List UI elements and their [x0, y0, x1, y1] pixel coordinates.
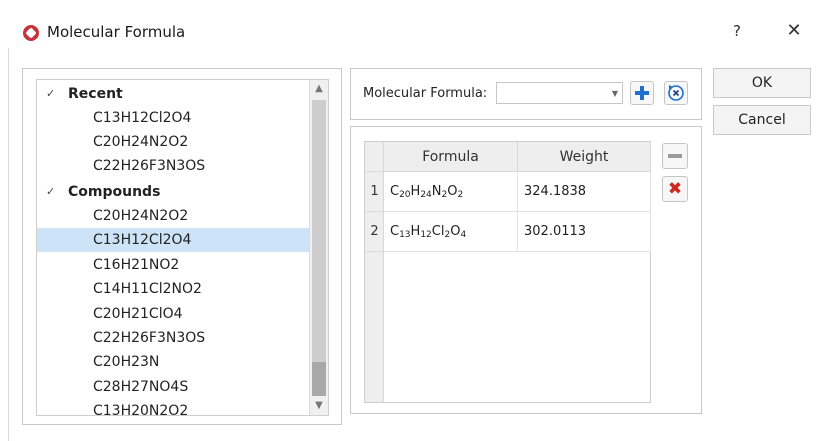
table-corner [365, 142, 384, 172]
molecular-formula-combobox[interactable]: ▼ [496, 82, 623, 104]
tree-panel: ✓ Recent C13H12Cl2O4 C20H24N2O2 C22H26F3… [22, 68, 342, 425]
tree-item-label: C13H20N2O2 [93, 403, 189, 416]
close-button[interactable]: ✕ [782, 19, 806, 43]
molecular-formula-label: Molecular Formula: [363, 86, 488, 101]
tree-item-label: C20H21ClO4 [93, 306, 183, 322]
tree-item-label: C22H26F3N3OS [93, 330, 206, 346]
tree-item[interactable]: C22H26F3N3OS [37, 326, 311, 350]
minus-icon [668, 154, 682, 158]
help-button[interactable]: ? [727, 20, 747, 42]
scroll-up-arrow-icon[interactable]: ▲ [310, 80, 328, 98]
remove-row-button[interactable] [662, 143, 688, 169]
tree-item-label: C16H21NO2 [93, 257, 180, 273]
delete-all-button[interactable]: ✖ [662, 176, 688, 202]
weight-cell[interactable]: 324.1838 [518, 172, 651, 212]
tree-item[interactable]: C13H20N2O2 [37, 399, 311, 416]
rotate-clear-icon [668, 85, 684, 101]
scroll-down-arrow-icon[interactable]: ▼ [310, 397, 328, 415]
column-header-weight[interactable]: Weight [518, 142, 651, 172]
chevron-down-icon[interactable]: ▼ [612, 85, 618, 103]
tree-item[interactable]: C20H24N2O2 [37, 204, 311, 228]
tree-item[interactable]: C13H12Cl2O4 [37, 106, 311, 130]
window-title: Molecular Formula [47, 23, 186, 41]
add-formula-button[interactable] [630, 81, 654, 105]
formula-tree[interactable]: ✓ Recent C13H12Cl2O4 C20H24N2O2 C22H26F3… [36, 79, 329, 416]
results-panel: Formula Weight 1 2 C20H24N2O2 324.1838 C… [350, 126, 702, 414]
tree-item[interactable]: C20H24N2O2 [37, 130, 311, 154]
weight-cell[interactable]: 302.0113 [518, 212, 651, 252]
tree-section-recent[interactable]: ✓ Recent [37, 82, 311, 106]
title-bar: Molecular Formula ? ✕ [0, 0, 820, 43]
tree-section-label: Compounds [68, 184, 161, 200]
tree-item[interactable]: C28H27NO4S [37, 375, 311, 399]
results-table[interactable]: Formula Weight 1 2 C20H24N2O2 324.1838 C… [364, 141, 651, 403]
row-number[interactable]: 1 [365, 172, 384, 212]
tree-section-compounds[interactable]: ✓ Compounds [37, 180, 311, 204]
tree-item-selected[interactable]: C13H12Cl2O4 [37, 228, 311, 252]
plus-icon-vertical [640, 86, 644, 100]
formula-cell[interactable]: C20H24N2O2 [384, 172, 518, 212]
tree-item-label: C13H12Cl2O4 [93, 232, 192, 248]
tree-item-label: C20H23N [93, 354, 160, 370]
ok-button[interactable]: OK [713, 68, 811, 98]
row-number[interactable]: 2 [365, 212, 384, 252]
tree-section-label: Recent [68, 86, 123, 102]
tree-item-label: C22H26F3N3OS [93, 158, 206, 174]
clear-formula-button[interactable] [664, 81, 688, 105]
scrollbar-thumb[interactable] [312, 362, 326, 396]
formula-input-group: Molecular Formula: ▼ [350, 68, 702, 120]
tree-item-label: C20H24N2O2 [93, 134, 189, 150]
chevron-down-icon[interactable]: ✓ [46, 82, 58, 106]
cancel-button[interactable]: Cancel [713, 105, 811, 135]
scrollbar-track-fill [312, 100, 326, 395]
tree-item-label: C14H11Cl2NO2 [93, 281, 202, 297]
chevron-down-icon[interactable]: ✓ [46, 180, 58, 204]
delete-x-icon: ✖ [667, 179, 683, 199]
tree-item-label: C20H24N2O2 [93, 208, 189, 224]
tree-item[interactable]: C22H26F3N3OS [37, 154, 311, 178]
tree-item-label: C13H12Cl2O4 [93, 110, 192, 126]
tree-item[interactable]: C16H21NO2 [37, 253, 311, 277]
row-header-column: 1 2 [365, 172, 384, 402]
tree-item[interactable]: C20H21ClO4 [37, 302, 311, 326]
formula-cell[interactable]: C13H12Cl2O4 [384, 212, 518, 252]
app-icon [23, 25, 39, 41]
tree-scrollbar[interactable]: ▲ ▼ [309, 80, 328, 415]
tree-item[interactable]: C20H23N [37, 350, 311, 374]
tree-item-label: C28H27NO4S [93, 379, 189, 395]
tree-item[interactable]: C14H11Cl2NO2 [37, 277, 311, 301]
column-header-formula[interactable]: Formula [384, 142, 518, 172]
